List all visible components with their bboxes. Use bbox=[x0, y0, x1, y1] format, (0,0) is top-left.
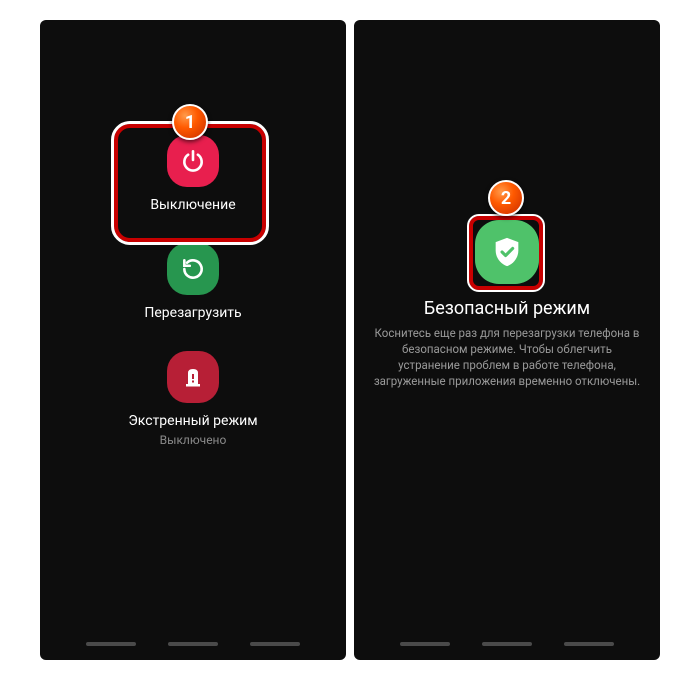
screenshot-pair: Выключение Перезагрузить bbox=[0, 0, 700, 680]
android-navbar bbox=[40, 642, 346, 646]
power-icon bbox=[167, 135, 219, 187]
emergency-sublabel: Выключено bbox=[160, 433, 227, 447]
annotation-badge-1: 1 bbox=[172, 104, 208, 140]
power-off-option[interactable]: Выключение bbox=[150, 135, 235, 213]
emergency-icon bbox=[167, 351, 219, 403]
badge-number: 2 bbox=[501, 188, 511, 209]
nav-recents[interactable] bbox=[400, 642, 450, 646]
nav-back[interactable] bbox=[564, 642, 614, 646]
restart-label: Перезагрузить bbox=[144, 305, 241, 321]
emergency-mode-option[interactable]: Экстренный режим Выключено bbox=[128, 351, 257, 447]
nav-recents[interactable] bbox=[86, 642, 136, 646]
phone-screen-left: Выключение Перезагрузить bbox=[40, 20, 346, 660]
safe-mode-description: Коснитесь еще раз для перезагрузки телеф… bbox=[370, 325, 644, 389]
nav-back[interactable] bbox=[250, 642, 300, 646]
nav-home[interactable] bbox=[168, 642, 218, 646]
power-off-label: Выключение bbox=[150, 197, 235, 213]
safe-mode-prompt: Безопасный режим Коснитесь еще раз для п… bbox=[354, 220, 660, 389]
badge-number: 1 bbox=[185, 112, 195, 133]
phone-screen-right: Безопасный режим Коснитесь еще раз для п… bbox=[354, 20, 660, 660]
annotation-badge-2: 2 bbox=[488, 180, 524, 216]
power-menu: Выключение Перезагрузить bbox=[128, 135, 257, 447]
restart-icon bbox=[167, 243, 219, 295]
safe-mode-button[interactable] bbox=[475, 220, 539, 284]
android-navbar bbox=[354, 642, 660, 646]
restart-option[interactable]: Перезагрузить bbox=[144, 243, 241, 321]
safe-mode-title: Безопасный режим bbox=[424, 298, 590, 319]
nav-home[interactable] bbox=[482, 642, 532, 646]
shield-check-icon bbox=[490, 235, 524, 269]
emergency-label: Экстренный режим bbox=[128, 413, 257, 429]
